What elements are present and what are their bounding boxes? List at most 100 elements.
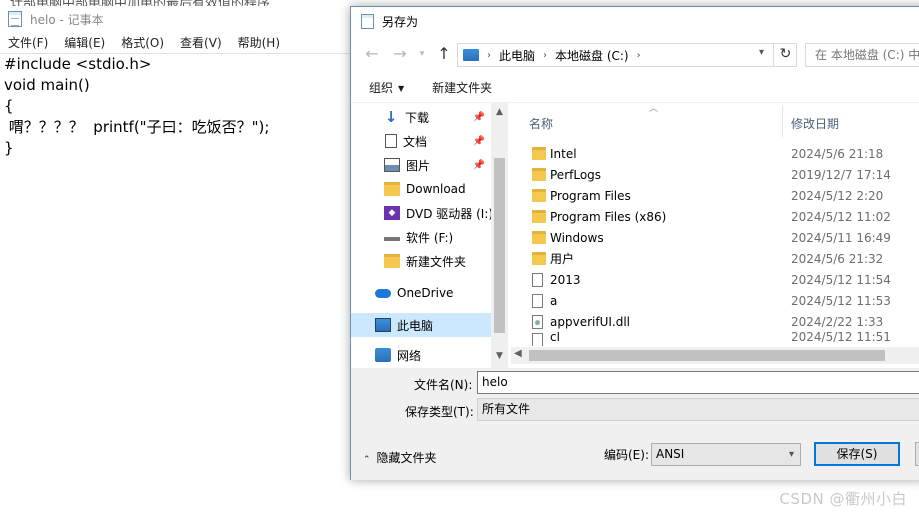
filetype-label: 保存类型(T): bbox=[405, 405, 474, 419]
tree-item-new-folder[interactable]: 新建文件夹 bbox=[351, 249, 491, 273]
file-date: 2024/5/12 11:51 bbox=[791, 332, 891, 344]
tree-item-downloads[interactable]: ↓ 下载 📌 bbox=[351, 105, 491, 129]
file-name: PerfLogs bbox=[550, 167, 602, 182]
forward-arrow-icon[interactable]: → bbox=[391, 45, 409, 63]
pin-icon: 📌 bbox=[472, 159, 485, 171]
file-name: Intel bbox=[550, 146, 577, 161]
file-row[interactable]: cl 2024/5/12 11:51 bbox=[511, 332, 919, 346]
folder-icon bbox=[532, 168, 546, 181]
column-header-date[interactable]: 修改日期 bbox=[791, 115, 839, 132]
tree-item-documents[interactable]: 文档 📌 bbox=[351, 129, 491, 153]
search-input[interactable]: 在 本地磁盘 (C:) 中搜 bbox=[805, 43, 919, 67]
notepad-titlebar: helo - 记事本 bbox=[0, 6, 352, 32]
file-date: 2024/5/12 11:53 bbox=[791, 293, 891, 308]
breadcrumb-this-pc[interactable]: 此电脑 bbox=[499, 47, 535, 64]
notepad-text-area[interactable]: #include <stdio.h> void main() { 喟？？？？ p… bbox=[0, 54, 350, 519]
tree-item-network[interactable]: 网络 bbox=[351, 343, 491, 367]
tree-item-this-pc[interactable]: 此电脑 bbox=[351, 313, 491, 337]
tree-item-label: 图片 bbox=[406, 158, 431, 173]
breadcrumb-local-disk[interactable]: 本地磁盘 (C:) bbox=[555, 47, 629, 64]
dll-file-icon bbox=[532, 314, 543, 329]
column-divider[interactable] bbox=[782, 105, 783, 137]
notepad-title: helo - 记事本 bbox=[30, 12, 104, 27]
chevron-left-icon[interactable]: ◀ bbox=[514, 348, 522, 359]
menu-edit[interactable]: 编辑(E) bbox=[56, 34, 113, 51]
back-arrow-icon[interactable]: ← bbox=[363, 45, 381, 63]
file-row[interactable]: Program Files 2024/5/12 2:20 bbox=[511, 185, 919, 206]
hide-folders-toggle[interactable]: ⌃ 隐藏文件夹 bbox=[363, 449, 437, 466]
recent-locations-icon[interactable]: ▾ bbox=[413, 45, 431, 63]
chevron-right-icon[interactable]: › bbox=[543, 50, 547, 61]
file-icon bbox=[532, 293, 543, 308]
navigation-tree: ↓ 下载 📌 文档 📌 图片 📌 Download ◆ DVD 驱动器 (I:) bbox=[351, 103, 491, 368]
file-date: 2024/5/12 11:54 bbox=[791, 272, 891, 287]
new-folder-button[interactable]: 新建文件夹 bbox=[432, 79, 492, 96]
tree-item-label: 此电脑 bbox=[397, 318, 434, 333]
folder-icon bbox=[532, 147, 546, 160]
column-header-name[interactable]: 名称 bbox=[529, 115, 553, 132]
tree-item-pictures[interactable]: 图片 📌 bbox=[351, 153, 491, 177]
menu-view[interactable]: 查看(V) bbox=[172, 34, 230, 51]
file-row[interactable]: 2013 2024/5/12 11:54 bbox=[511, 269, 919, 290]
chevron-down-icon: ▼ bbox=[398, 84, 405, 93]
encoding-select[interactable]: ANSI ▾ bbox=[651, 443, 801, 466]
notepad-icon bbox=[8, 11, 22, 27]
file-date: 2019/12/7 17:14 bbox=[791, 167, 891, 182]
scrollbar-thumb[interactable] bbox=[529, 350, 885, 361]
chevron-down-icon[interactable]: ▾ bbox=[759, 47, 764, 58]
file-row[interactable]: a 2024/5/12 11:53 bbox=[511, 290, 919, 311]
chevron-right-icon[interactable]: › bbox=[487, 50, 491, 61]
document-icon bbox=[385, 134, 397, 148]
chevron-up-icon: ⌃ bbox=[363, 455, 371, 465]
chevron-right-icon[interactable]: › bbox=[637, 50, 641, 61]
tree-item-label: 文档 bbox=[403, 134, 428, 149]
tree-item-label: OneDrive bbox=[397, 286, 454, 300]
tree-item-label: DVD 驱动器 (I:) bbox=[406, 206, 491, 221]
up-arrow-icon[interactable]: ↑ bbox=[435, 45, 453, 63]
code-line: { bbox=[4, 97, 14, 115]
file-name: appverifUI.dll bbox=[550, 314, 630, 329]
tree-scrollbar[interactable]: ▲ ▼ bbox=[491, 103, 508, 368]
address-bar[interactable]: › 此电脑 › 本地磁盘 (C:) › ▾ bbox=[457, 43, 797, 67]
onedrive-icon bbox=[375, 288, 391, 298]
file-date: 2024/5/12 2:20 bbox=[791, 188, 884, 203]
folder-icon bbox=[532, 210, 546, 223]
refresh-icon[interactable]: ↻ bbox=[773, 43, 797, 67]
menu-format[interactable]: 格式(O) bbox=[113, 34, 172, 51]
filename-input[interactable]: helo bbox=[477, 371, 919, 394]
file-row[interactable]: Windows 2024/5/11 16:49 bbox=[511, 227, 919, 248]
chevron-up-icon[interactable]: ▲ bbox=[491, 107, 508, 117]
file-name: Program Files bbox=[550, 188, 631, 203]
chevron-down-icon: ▾ bbox=[788, 449, 794, 460]
tree-item-software-drive[interactable]: 软件 (F:) bbox=[351, 225, 491, 249]
folder-icon bbox=[532, 231, 546, 244]
chevron-down-icon[interactable]: ▼ bbox=[491, 351, 508, 361]
save-form: 文件名(N): helo 保存类型(T): 所有文件 bbox=[351, 368, 919, 422]
tree-item-dvd-drive[interactable]: ◆ DVD 驱动器 (I:) bbox=[351, 201, 491, 225]
tree-item-onedrive[interactable]: OneDrive bbox=[351, 281, 491, 305]
navigation-bar: ← → ▾ ↑ › 此电脑 › 本地磁盘 (C:) › ▾ ↻ 在 本地磁盘 (… bbox=[351, 35, 919, 73]
file-row[interactable]: Intel 2024/5/6 21:18 bbox=[511, 143, 919, 164]
file-row[interactable]: Program Files (x86) 2024/5/12 11:02 bbox=[511, 206, 919, 227]
file-list: ︿ 名称 修改日期 Intel 2024/5/6 21:18 PerfLogs … bbox=[511, 103, 919, 368]
filetype-select[interactable]: 所有文件 bbox=[477, 398, 919, 421]
tree-item-download-folder[interactable]: Download bbox=[351, 177, 491, 201]
save-button[interactable]: 保存(S) bbox=[814, 442, 900, 466]
dialog-title: 另存为 bbox=[382, 14, 419, 29]
file-row[interactable]: 用户 2024/5/6 21:32 bbox=[511, 248, 919, 269]
watermark: CSDN @衢州小白 bbox=[779, 490, 907, 508]
file-list-horizontal-scrollbar[interactable]: ◀ bbox=[511, 347, 919, 364]
file-icon bbox=[532, 333, 543, 346]
menu-file[interactable]: 文件(F) bbox=[0, 34, 56, 51]
folder-icon bbox=[384, 254, 400, 268]
file-row[interactable]: PerfLogs 2019/12/7 17:14 bbox=[511, 164, 919, 185]
organize-label: 组织 bbox=[369, 81, 394, 95]
file-name: Windows bbox=[550, 230, 604, 245]
menu-help[interactable]: 帮助(H) bbox=[230, 34, 288, 51]
file-row[interactable]: appverifUI.dll 2024/2/22 1:33 bbox=[511, 311, 919, 332]
organize-button[interactable]: 组织 ▼ bbox=[369, 79, 404, 96]
scrollbar-thumb[interactable] bbox=[494, 158, 505, 333]
cancel-button[interactable] bbox=[915, 442, 919, 466]
notepad-icon bbox=[361, 13, 374, 29]
file-name: cl bbox=[550, 332, 560, 344]
